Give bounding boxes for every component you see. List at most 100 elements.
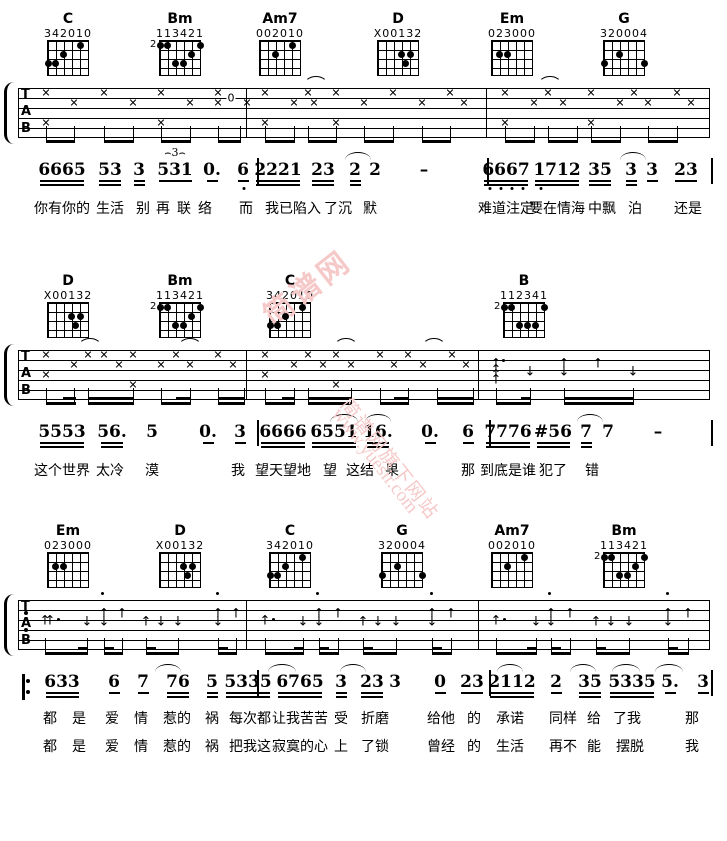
chord-frets: X00132 bbox=[155, 539, 205, 552]
lyric-syllable: 情 bbox=[134, 739, 148, 755]
jianpu-note: 2 bbox=[349, 160, 361, 180]
slur bbox=[497, 664, 523, 672]
chord-name: Am7 bbox=[494, 523, 530, 539]
jianpu-note: 3 bbox=[335, 672, 347, 692]
jianpu-note: 5 bbox=[146, 422, 158, 442]
chord-grid bbox=[267, 302, 311, 338]
jianpu-note: 2112 bbox=[488, 672, 536, 692]
jianpu-barline bbox=[257, 158, 259, 184]
chord-name: Bm bbox=[611, 523, 637, 539]
lyric-syllable: 犯了 bbox=[539, 463, 567, 479]
jianpu-note: – bbox=[419, 160, 429, 180]
lyric-syllable: 寂寞的心 bbox=[272, 739, 328, 755]
chord-diagram-g: G 320004 bbox=[592, 12, 656, 76]
slur bbox=[620, 152, 646, 160]
lyric-syllable: 都 bbox=[43, 711, 57, 727]
chord-frets: 023000 bbox=[488, 27, 536, 40]
chord-name: G bbox=[396, 523, 408, 539]
chord-name: B bbox=[518, 273, 530, 289]
jianpu-note: 7776 bbox=[484, 422, 532, 442]
jianpu-note: 6551 bbox=[310, 422, 358, 442]
lyric-syllable: 是 bbox=[72, 711, 86, 727]
lyrics-row-2: 这个世界 太冷 漠 我望天望地望这结果 那到底是谁 犯了 错 bbox=[0, 462, 727, 484]
lyric-syllable: 摆脱 bbox=[616, 739, 644, 755]
lyric-syllable: 生活 bbox=[96, 201, 124, 217]
chord-grid: 2 bbox=[150, 302, 204, 338]
chord-diagram-c: C 342010 bbox=[258, 524, 322, 588]
lyric-syllable: 同样 bbox=[549, 711, 577, 727]
lyric-syllable: 给 bbox=[587, 711, 601, 727]
chord-name: G bbox=[618, 11, 630, 27]
chord-grid bbox=[601, 40, 648, 76]
jianpu-note: 2221 bbox=[254, 160, 302, 180]
lyric-syllable: 再不 bbox=[549, 739, 577, 755]
lyric-syllable: 难道注定 bbox=[478, 201, 534, 217]
lyric-syllable: 联 bbox=[177, 201, 191, 217]
chord-diagram-em: Em 023000 bbox=[36, 524, 100, 588]
jianpu-note: 6667 bbox=[482, 160, 530, 180]
chord-barre-fret: 2 bbox=[594, 551, 601, 562]
jianpu-note: 23 bbox=[674, 160, 698, 180]
slur bbox=[612, 664, 640, 672]
lyric-syllable: 惹的 bbox=[163, 739, 191, 755]
jianpu-note: – bbox=[653, 422, 663, 442]
lyric-syllable: 是 bbox=[72, 739, 86, 755]
slur bbox=[577, 414, 603, 422]
chord-frets: 320004 bbox=[378, 539, 426, 552]
jianpu-barline bbox=[257, 420, 259, 446]
lyric-syllable: 默 bbox=[363, 201, 377, 217]
jianpu-note: 35 bbox=[578, 672, 602, 692]
chord-frets: 002010 bbox=[256, 27, 304, 40]
lyric-syllable: 那 bbox=[461, 463, 475, 479]
slur bbox=[155, 664, 181, 672]
jianpu-note: 5. bbox=[661, 672, 679, 692]
jianpu-note: 7 bbox=[580, 422, 592, 442]
jianpu-note: 6 bbox=[462, 422, 474, 442]
jianpu-note: 35 bbox=[588, 160, 612, 180]
jianpu-note: 2 bbox=[550, 672, 562, 692]
jianpu-note: 3 bbox=[133, 160, 145, 180]
jianpu-note: 5 bbox=[206, 672, 218, 692]
chord-grid bbox=[45, 40, 89, 76]
jianpu-note: 53 bbox=[98, 160, 122, 180]
jianpu-note: 3 bbox=[234, 422, 246, 442]
jianpu-note: 0. bbox=[203, 160, 221, 180]
jianpu-note: 56. bbox=[97, 422, 127, 442]
lyric-syllable: 这结 bbox=[346, 463, 374, 479]
chord-diagram-am7: Am7 002010 bbox=[480, 524, 544, 588]
chord-frets: 113421 bbox=[600, 539, 648, 552]
lyric-syllable: 的 bbox=[467, 739, 481, 755]
lyric-syllable: 你有你的 bbox=[34, 201, 90, 217]
chord-barre-fret: 2 bbox=[150, 39, 157, 50]
jianpu-note: 633 bbox=[44, 672, 80, 692]
triplet-marker: ⌢3⌢ bbox=[164, 146, 186, 159]
chord-name: Am7 bbox=[262, 11, 298, 27]
slur bbox=[655, 664, 683, 672]
music-system-3: Em 023000 D X00132 C 342010 G 320004 Am7… bbox=[0, 512, 727, 802]
chord-frets: X00132 bbox=[373, 27, 423, 40]
jianpu-barline bbox=[711, 670, 713, 696]
chord-frets: 342010 bbox=[266, 539, 314, 552]
jianpu-note: 16. bbox=[363, 422, 393, 442]
lyric-syllable: 错 bbox=[585, 463, 599, 479]
lyric-syllable: 给他 bbox=[427, 711, 455, 727]
lyric-syllable: 我 bbox=[231, 463, 245, 479]
chord-grid bbox=[491, 40, 533, 76]
system-bracket bbox=[4, 594, 16, 656]
chord-diagram-g: G 320004 bbox=[370, 524, 434, 588]
music-system-1: C 342010 Bm 113421 2 Am7 002010 D X00132… bbox=[0, 0, 727, 250]
lyrics-row-3b: 都是 爱情惹的祸把我这 寂寞的心上了锁 曾经的生活 再不能摆脱 我 bbox=[0, 738, 727, 760]
lyric-syllable: 承诺 bbox=[496, 711, 524, 727]
staff-lines bbox=[18, 350, 710, 400]
chord-diagram-c: C 342010 bbox=[258, 274, 322, 338]
lyric-syllable: 我已陷入 bbox=[265, 201, 321, 217]
slur bbox=[570, 664, 596, 672]
lyric-syllable: 受 bbox=[334, 711, 348, 727]
lyric-syllable: 生活 bbox=[496, 739, 524, 755]
lyric-syllable: 祸 bbox=[205, 739, 219, 755]
chord-frets: 113421 bbox=[156, 27, 204, 40]
lyric-syllable: 再 bbox=[156, 201, 170, 217]
jianpu-barline bbox=[711, 158, 713, 184]
lyric-syllable: 漠 bbox=[145, 463, 159, 479]
chord-diagram-bm: Bm 113421 2 bbox=[592, 524, 656, 588]
